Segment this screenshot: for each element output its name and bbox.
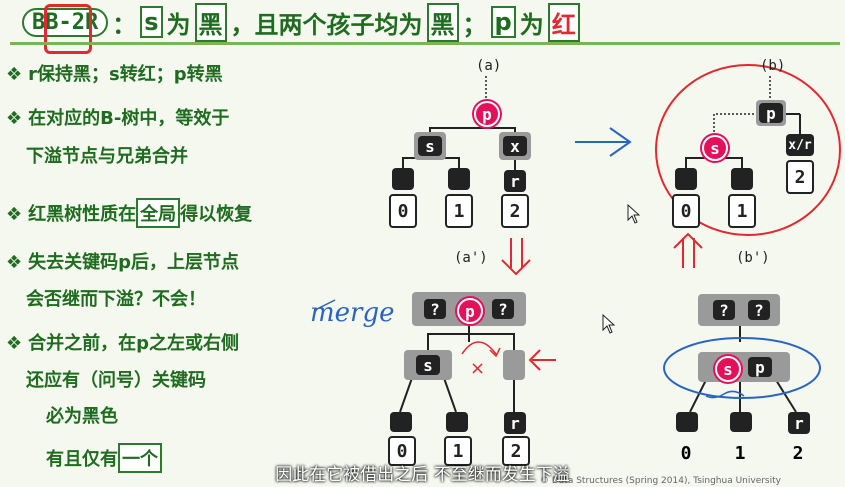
leaf-top: [446, 412, 468, 432]
node-question: ?: [424, 299, 446, 319]
node-question: ?: [748, 300, 770, 320]
leaf-top: [731, 168, 753, 190]
leaf-top: [448, 168, 470, 190]
node-s: s: [416, 355, 440, 375]
leaf-top: [390, 412, 412, 432]
mouse-cursor-icon: [602, 314, 616, 334]
diagram-a-prime-label: (a'): [454, 250, 488, 266]
subtree-1: 1: [445, 194, 473, 228]
diagram-lines: [314, 64, 841, 413]
node-question: ?: [713, 300, 735, 320]
node-x-r: x/r: [786, 134, 814, 156]
diagram-b-prime-label: (b'): [736, 250, 770, 266]
subtree-0: 0: [672, 194, 700, 228]
cross-mark: ×: [470, 358, 486, 379]
leaf-top: [675, 168, 697, 190]
node-x: x: [503, 136, 527, 156]
merge-handwriting: merge: [310, 298, 395, 328]
mouse-cursor-icon: [627, 204, 641, 224]
node-r: r: [504, 170, 526, 192]
subtree-2: 2: [501, 194, 529, 228]
subtree-0: 0: [389, 194, 417, 228]
node-s-red: s: [715, 356, 741, 382]
leaf-top: [676, 412, 698, 432]
leaf-top: [730, 412, 752, 432]
node-p-red: p: [457, 298, 483, 324]
node-p-black: p: [759, 103, 783, 123]
subtree-2: 2: [786, 160, 814, 194]
node-r: r: [788, 412, 810, 434]
diagram-a-label: (a): [476, 58, 502, 74]
empty-underflow-node: [503, 350, 525, 380]
node-question: ?: [492, 299, 514, 319]
node-r: r: [504, 412, 526, 434]
node-p-red: p: [474, 101, 500, 127]
video-subtitle: 因此在它被借出之后 不至继而发生下溢: [275, 465, 570, 485]
merged-node-plate: [698, 352, 790, 382]
node-s: s: [418, 136, 442, 156]
diagram-b-label: (b): [760, 58, 786, 74]
subtree-1: 1: [728, 194, 756, 228]
leaf-top: [392, 168, 414, 190]
node-s-red: s: [702, 135, 728, 161]
node-p-black: p: [748, 357, 772, 377]
